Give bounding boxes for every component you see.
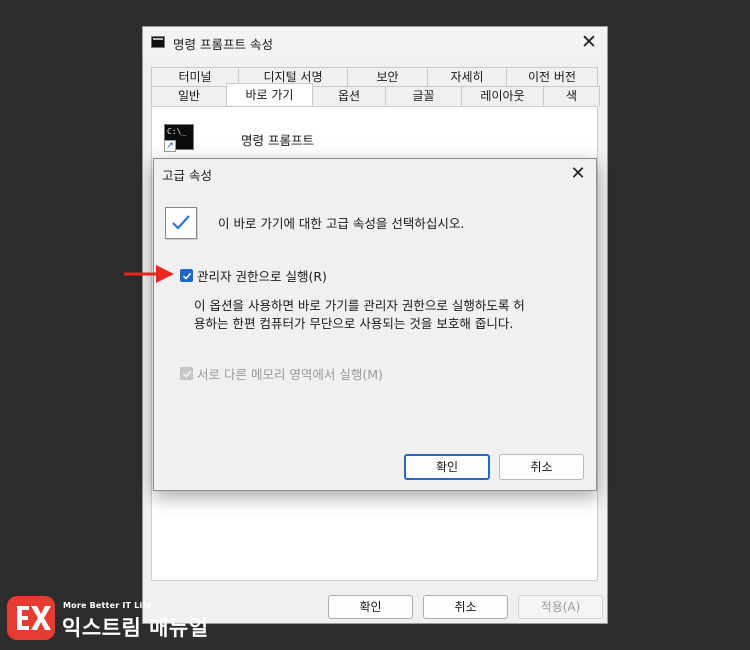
properties-apply-button[interactable]: 적용(A) <box>518 595 603 619</box>
tab-font[interactable]: 글꼴 <box>385 86 462 106</box>
shortcut-arrow-icon: ↗ <box>164 140 176 152</box>
run-as-admin-label[interactable]: 관리자 권한으로 실행(R) <box>197 266 327 285</box>
dialog-ok-button[interactable]: 확인 <box>404 454 490 480</box>
run-as-admin-description-line1: 이 옵션을 사용하면 바로 가기를 관리자 권한으로 실행하도록 허 <box>194 298 525 313</box>
watermark-brand: 익스트림 매뉴얼 <box>62 616 209 640</box>
properties-title-bar: 명령 프롬프트 속성 ✕ <box>143 27 607 57</box>
tab-row-2: 일반 바로 가기 옵션 글꼴 레이아웃 색 <box>151 83 600 106</box>
properties-ok-button[interactable]: 확인 <box>328 595 413 619</box>
properties-window-title: 명령 프롬프트 속성 <box>173 37 273 52</box>
watermark-tagline: More Better IT Life <box>63 601 152 610</box>
tab-row-1: 터미널 디지털 서명 보안 자세히 이전 버전 <box>151 67 598 87</box>
tab-layout[interactable]: 레이아웃 <box>461 86 544 106</box>
run-as-admin-checkbox[interactable] <box>180 269 193 282</box>
close-icon[interactable]: ✕ <box>577 30 601 54</box>
red-pointer-arrow-icon <box>124 265 174 283</box>
advanced-properties-dialog: 고급 속성 ✕ 이 바로 가기에 대한 고급 속성을 선택하십시오. 관리자 권… <box>153 158 597 491</box>
dialog-title: 고급 속성 <box>162 168 212 183</box>
separate-memory-label[interactable]: 서로 다른 메모리 영역에서 실행(M) <box>197 364 383 383</box>
separate-memory-checkbox[interactable] <box>180 367 193 380</box>
tab-shortcut[interactable]: 바로 가기 <box>226 83 313 105</box>
run-as-admin-description-line2: 용하는 한편 컴퓨터가 무단으로 사용되는 것을 보호해 줍니다. <box>194 316 514 331</box>
icon-prompt-text: C:\_ <box>167 127 187 136</box>
app-name: 명령 프롬프트 <box>241 133 314 148</box>
dialog-cancel-button[interactable]: 취소 <box>499 454 584 480</box>
dialog-close-icon[interactable]: ✕ <box>566 162 590 186</box>
tab-details[interactable]: 자세히 <box>427 67 507 87</box>
tab-general[interactable]: 일반 <box>151 86 227 106</box>
checkmark-document-icon <box>165 207 197 239</box>
tab-color[interactable]: 색 <box>543 86 600 106</box>
tab-previous-versions[interactable]: 이전 버전 <box>506 67 598 87</box>
dialog-heading: 이 바로 가기에 대한 고급 속성을 선택하십시오. <box>218 216 465 231</box>
ex-logo-icon <box>7 596 55 640</box>
tab-options[interactable]: 옵션 <box>312 86 386 106</box>
tab-security[interactable]: 보안 <box>347 67 428 87</box>
command-prompt-small-icon <box>151 36 165 48</box>
properties-cancel-button[interactable]: 취소 <box>423 595 508 619</box>
